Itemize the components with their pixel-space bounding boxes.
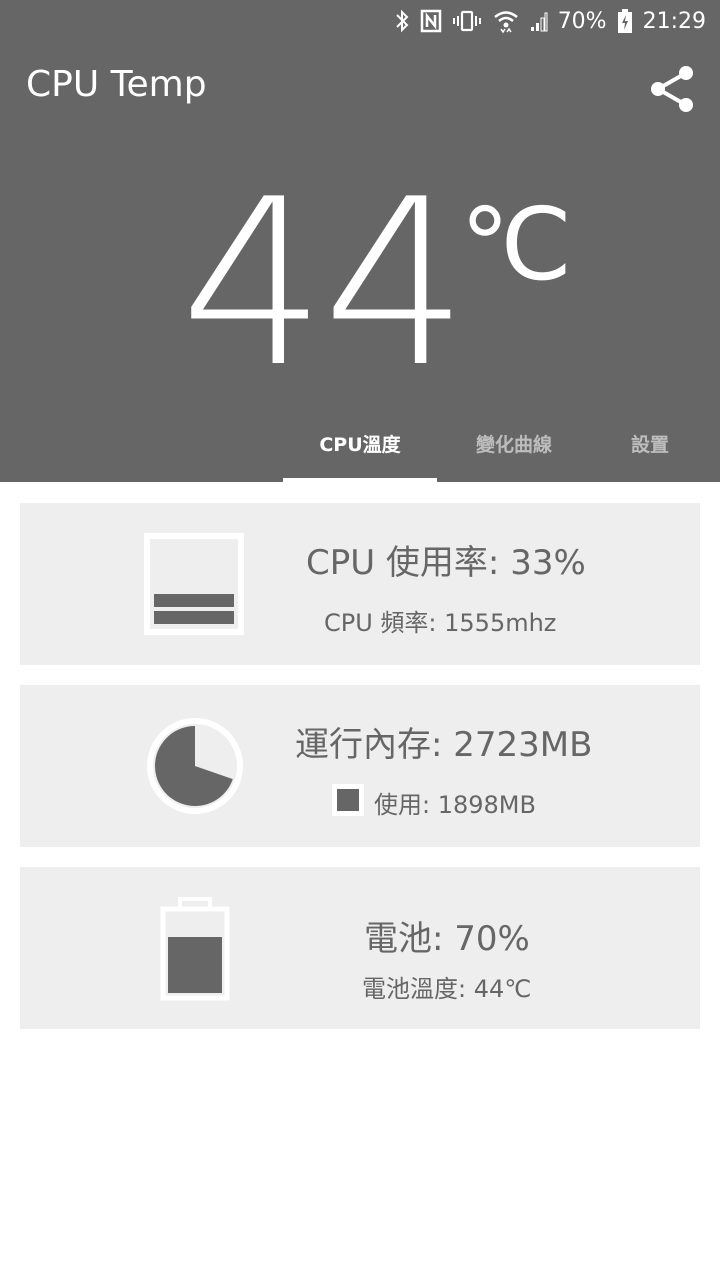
vibrate-icon [452,10,481,32]
tab-bar: CPU溫度 變化曲線 設置 [0,420,720,482]
temperature-display: 44 ℃ [170,160,590,410]
app-title: CPU Temp [26,64,207,105]
header: 70% 21:29 CPU Temp 44 ℃ CPU溫度 變化曲線 設置 [0,0,720,482]
bluetooth-icon [395,9,409,33]
nfc-icon [420,9,441,33]
memory-pie-icon [147,718,243,814]
battery-level-fill [168,937,222,993]
battery-icon [160,897,230,1001]
cpu-card[interactable]: CPU 使用率: 33% CPU 頻率: 1555mhz [20,503,700,665]
battery-card[interactable]: 電池: 70% 電池溫度: 44℃ [20,867,700,1029]
tab-indicator [283,478,437,482]
share-icon[interactable] [648,64,698,114]
signal-icon [530,12,548,32]
status-bar: 70% 21:29 [0,0,720,42]
cpu-usage-bar [154,594,234,607]
temperature-unit: ℃ [460,186,573,303]
memory-total-text: 運行內存: 2723MB [295,725,593,765]
wifi-icon [493,11,518,34]
tab-curve[interactable]: 變化曲線 [437,420,591,482]
battery-percent: 70% [557,8,607,34]
battery-temperature-text: 電池溫度: 44℃ [362,975,532,1003]
memory-card[interactable]: 運行內存: 2723MB 使用: 1898MB [20,685,700,847]
tab-settings[interactable]: 設置 [591,420,709,482]
memory-used-legend-icon [332,784,364,816]
tab-cpu-temp[interactable]: CPU溫度 [283,420,437,482]
clock: 21:29 [642,8,706,34]
cpu-usage-icon [144,533,244,635]
battery-charging-icon [617,9,632,33]
memory-used-text: 使用: 1898MB [374,791,536,819]
temperature-value: 44 [180,151,469,418]
cpu-usage-bar [154,611,234,624]
cpu-frequency-text: CPU 頻率: 1555mhz [324,609,557,637]
battery-level-text: 電池: 70% [364,919,530,959]
cpu-usage-text: CPU 使用率: 33% [306,543,586,583]
